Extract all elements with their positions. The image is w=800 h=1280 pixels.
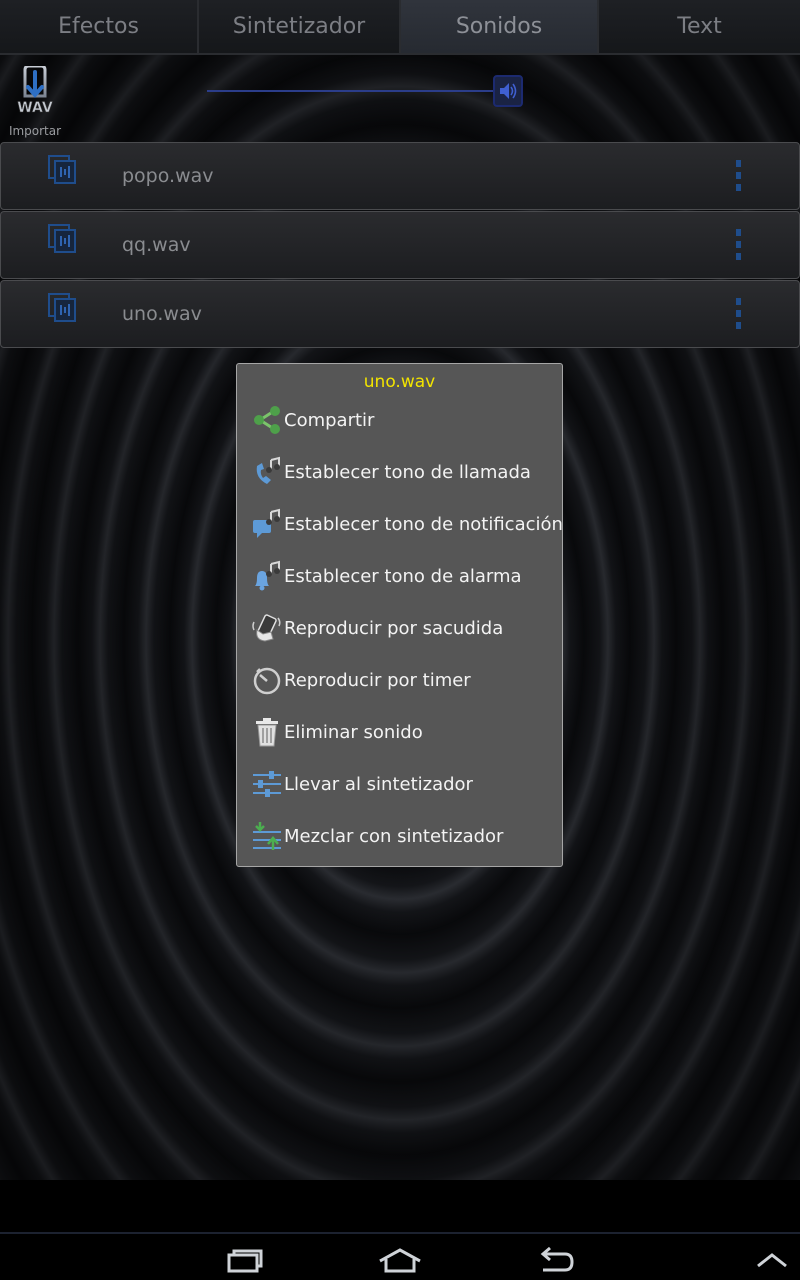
back-button[interactable] xyxy=(525,1240,585,1280)
back-icon xyxy=(540,1247,574,1272)
menu-item-sacudida[interactable]: Reproducir por sacudida xyxy=(251,606,556,650)
menu-item-tono-notificacion[interactable]: Establecer tono de notificación xyxy=(251,502,563,546)
toolbar: WAV Importar xyxy=(0,55,800,142)
menu-item-tono-alarma[interactable]: Establecer tono de alarma xyxy=(251,554,556,598)
menu-item-compartir[interactable]: Compartir xyxy=(251,398,556,442)
wav-icon-text: WAV xyxy=(17,100,53,116)
more-options-icon[interactable] xyxy=(735,160,743,192)
menu-item-label: Eliminar sonido xyxy=(284,721,423,743)
list-item[interactable]: qq.wav xyxy=(0,211,800,279)
menu-item-label: Establecer tono de notificación xyxy=(284,513,563,535)
tab-efectos[interactable]: Efectos xyxy=(0,0,199,55)
sound-list: popo.wav qq.wav uno.wav xyxy=(0,142,800,349)
more-options-icon[interactable] xyxy=(735,298,743,330)
app-background: Efectos Sintetizador Sonidos Text WAV Im… xyxy=(0,0,800,1180)
wav-import-icon: WAV xyxy=(17,66,53,116)
import-button[interactable]: WAV Importar xyxy=(6,63,64,139)
dialog-title: uno.wav xyxy=(363,372,436,392)
menu-item-timer[interactable]: Reproducir por timer xyxy=(251,658,556,702)
menu-item-tono-llamada[interactable]: Establecer tono de llamada xyxy=(251,450,556,494)
menu-item-label: Establecer tono de llamada xyxy=(284,461,531,483)
trash-icon xyxy=(256,718,278,747)
sound-file-name: qq.wav xyxy=(122,234,191,256)
tab-sintetizador[interactable]: Sintetizador xyxy=(199,0,401,55)
menu-item-label: Compartir xyxy=(284,409,375,431)
menu-item-eliminar[interactable]: Eliminar sonido xyxy=(251,710,556,754)
alarm-bell-icon xyxy=(255,560,280,591)
sound-file-name: popo.wav xyxy=(122,165,214,187)
sound-file-icon xyxy=(48,224,76,253)
menu-item-label: Reproducir por sacudida xyxy=(284,617,504,639)
tab-bar: Efectos Sintetizador Sonidos Text xyxy=(0,0,800,55)
import-label: Importar xyxy=(8,124,62,138)
volume-slider-thumb[interactable] xyxy=(493,75,523,107)
menu-item-label: Llevar al sintetizador xyxy=(284,773,473,795)
timer-icon xyxy=(253,667,281,695)
speaker-icon xyxy=(500,83,517,99)
more-options-icon[interactable] xyxy=(735,229,743,261)
shake-hand-icon xyxy=(252,614,281,642)
notification-tone-icon xyxy=(253,508,280,538)
home-icon xyxy=(379,1248,421,1273)
list-item[interactable]: popo.wav xyxy=(0,142,800,210)
phone-ringtone-icon xyxy=(256,456,280,484)
menu-item-label: Mezclar con sintetizador xyxy=(284,825,504,847)
context-menu-dialog: uno.wav Compartir Establecer tono de lla… xyxy=(236,363,563,867)
volume-slider-track[interactable] xyxy=(207,90,497,92)
menu-item-label: Establecer tono de alarma xyxy=(284,565,522,587)
menu-up-icon xyxy=(757,1253,787,1268)
sound-file-icon xyxy=(48,293,76,322)
tab-text[interactable]: Text xyxy=(599,0,800,55)
menu-item-llevar-sintetizador[interactable]: Llevar al sintetizador xyxy=(251,762,556,806)
nav-divider xyxy=(0,1232,800,1234)
menu-up-button[interactable] xyxy=(742,1240,800,1280)
sound-file-icon xyxy=(48,155,76,184)
menu-item-label: Reproducir por timer xyxy=(284,669,471,691)
menu-item-mezclar-sintetizador[interactable]: Mezclar con sintetizador xyxy=(251,814,556,858)
list-item[interactable]: uno.wav xyxy=(0,280,800,348)
equalizer-icon xyxy=(253,771,281,797)
recent-apps-button[interactable] xyxy=(215,1240,275,1280)
home-button[interactable] xyxy=(370,1240,430,1280)
share-icon xyxy=(254,406,280,434)
mix-arrows-icon xyxy=(253,822,281,850)
sound-file-name: uno.wav xyxy=(122,303,202,325)
recent-apps-icon xyxy=(227,1249,263,1273)
tab-sonidos[interactable]: Sonidos xyxy=(401,0,599,55)
system-nav-bar xyxy=(0,1180,800,1280)
